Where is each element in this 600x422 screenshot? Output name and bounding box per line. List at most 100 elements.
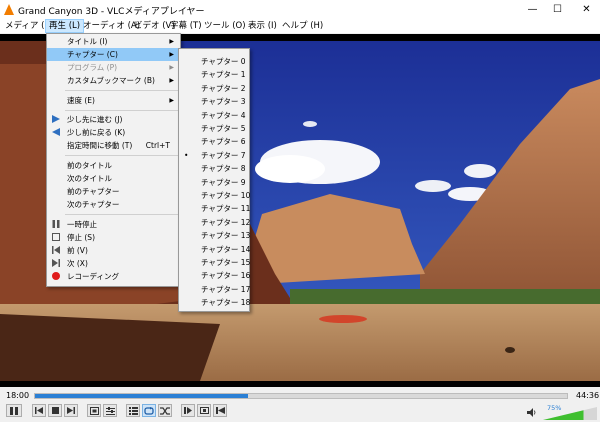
volume-slider[interactable]	[543, 407, 597, 420]
menu-item-title[interactable]: タイトル (I) ▶	[47, 35, 180, 48]
fullscreen-button[interactable]	[87, 404, 101, 417]
menu-item-label: 次のチャプター	[67, 200, 120, 209]
chapter-item[interactable]: チャプター 5	[179, 122, 249, 135]
chapter-item[interactable]: チャプター 9	[179, 176, 249, 189]
frame-by-frame-button[interactable]	[181, 404, 195, 417]
chapter-item[interactable]: チャプター 17	[179, 283, 250, 296]
title-bar: Grand Canyon 3D - VLCメディアプレイヤー — ☐ ✕	[0, 0, 600, 19]
loop-button[interactable]	[142, 404, 156, 417]
menu-item-next-title[interactable]: 次のタイトル	[47, 172, 180, 185]
stop-icon	[52, 233, 60, 241]
chapter-item-label: チャプター 4	[201, 110, 246, 120]
chapter-item-label: チャプター 3	[201, 97, 246, 107]
menu-item-stop[interactable]: 停止 (S)	[47, 231, 180, 244]
chapter-item[interactable]: チャプター 0	[179, 55, 249, 68]
menu-item-label: 前のタイトル	[67, 161, 112, 170]
extended-settings-button[interactable]	[103, 404, 117, 417]
menu-item-label: 少し先に進む (J)	[67, 115, 123, 124]
snapshot-icon	[199, 407, 209, 414]
skip-back-icon	[52, 246, 60, 254]
chapter-item[interactable]: チャプター 14	[179, 243, 251, 256]
menu-item-label: 一時停止	[67, 220, 97, 229]
menu-item-speed[interactable]: 速度 (E) ▶	[47, 94, 180, 107]
frame-step-icon	[184, 407, 192, 414]
chapter-item[interactable]: チャプター 3	[179, 95, 249, 108]
selected-bullet-icon: •	[184, 150, 189, 160]
menu-item-record[interactable]: レコーディング	[47, 270, 180, 283]
chapter-item[interactable]: チャプター 6	[179, 135, 249, 148]
sliders-icon	[105, 406, 115, 415]
chapter-item[interactable]: チャプター 12	[179, 216, 251, 229]
menu-item-jump-forward[interactable]: 少し先に進む (J)	[47, 113, 180, 126]
chapter-item[interactable]: チャプター 13	[179, 229, 251, 242]
pause-button[interactable]	[6, 404, 22, 417]
menu-tools[interactable]: ツール (O)	[201, 20, 249, 32]
jump-forward-icon	[52, 115, 60, 123]
menu-playback[interactable]: 再生 (L)	[45, 19, 85, 33]
shuffle-button[interactable]	[158, 404, 172, 417]
menu-item-label: 次 (X)	[67, 259, 88, 268]
playback-controls: 18:00 44:36 75%	[0, 387, 600, 422]
menu-item-previous[interactable]: 前 (V)	[47, 244, 180, 257]
pause-icon	[52, 220, 60, 228]
chapter-item[interactable]: チャプター 11	[179, 202, 250, 215]
menu-item-label: 停止 (S)	[67, 233, 95, 242]
chapter-item[interactable]: チャプター 10	[179, 189, 250, 202]
chapter-item-label: チャプター 18	[201, 298, 251, 308]
close-button[interactable]: ✕	[564, 0, 600, 19]
menu-item-next-chapter[interactable]: 次のチャプター	[47, 198, 180, 211]
menu-separator	[65, 155, 178, 156]
submenu-arrow-icon: ▶	[169, 77, 174, 84]
elapsed-time: 18:00	[6, 391, 30, 400]
menu-item-prev-chapter[interactable]: 前のチャプター	[47, 185, 180, 198]
shuffle-icon	[160, 406, 170, 415]
menu-item-label: 速度 (E)	[67, 96, 95, 105]
record-icon	[52, 272, 60, 280]
menu-item-label: 指定時間に移動 (T)	[67, 141, 133, 150]
chapter-item-label: チャプター 16	[201, 271, 251, 281]
menu-item-pause[interactable]: 一時停止	[47, 218, 180, 231]
menu-item-chapter[interactable]: チャプター (C) ▶	[47, 48, 180, 61]
chapter-item-label: チャプター 12	[201, 217, 251, 227]
chapter-item-label: チャプター 7	[201, 150, 246, 160]
ab-loop-button[interactable]	[213, 404, 227, 417]
chapter-item[interactable]: チャプター 8	[179, 162, 249, 175]
seek-bar[interactable]	[34, 393, 568, 399]
snapshot-button[interactable]	[197, 404, 211, 417]
chapter-item-label: チャプター 6	[201, 137, 246, 147]
menu-item-label: 前のチャプター	[67, 187, 120, 196]
next-button[interactable]	[64, 404, 78, 417]
chapter-item-label: チャプター 5	[201, 124, 246, 133]
menu-help[interactable]: ヘルプ (H)	[279, 20, 326, 32]
seek-bar-progress	[35, 394, 248, 398]
stop-button[interactable]	[48, 404, 62, 417]
skip-forward-icon	[52, 259, 60, 267]
menu-item-bookmarks[interactable]: カスタムブックマーク (B) ▶	[47, 74, 180, 87]
vlc-cone-icon	[4, 4, 14, 15]
chapter-item[interactable]: • チャプター 7	[179, 149, 249, 162]
previous-button[interactable]	[32, 404, 46, 417]
chapter-item[interactable]: チャプター 18	[179, 296, 251, 309]
chapter-item[interactable]: チャプター 16	[179, 269, 251, 282]
menu-view[interactable]: 表示 (I)	[245, 20, 280, 32]
menu-item-program: プログラム (P) ▶	[47, 61, 180, 74]
chapter-item[interactable]: チャプター 1	[179, 68, 249, 81]
chapter-item-label: チャプター 14	[201, 244, 251, 254]
menu-subtitle[interactable]: 字幕 (T)	[167, 20, 205, 32]
menu-item-label: 次のタイトル	[67, 174, 112, 183]
chapter-submenu: チャプター 0 チャプター 1 チャプター 2 チャプター 3 チャプター 4 チャプター…	[178, 48, 250, 312]
playlist-button[interactable]	[126, 404, 140, 417]
stop-icon	[51, 407, 59, 414]
menu-item-jump-back[interactable]: 少し前に戻る (K)	[47, 126, 180, 139]
menu-item-next[interactable]: 次 (X)	[47, 257, 180, 270]
chapter-item[interactable]: チャプター 15	[179, 256, 250, 269]
menu-item-jump-time[interactable]: 指定時間に移動 (T) Ctrl+T	[47, 139, 180, 152]
skip-forward-icon	[67, 407, 75, 414]
total-time: 44:36	[576, 391, 600, 400]
menu-item-prev-title[interactable]: 前のタイトル	[47, 159, 180, 172]
chapter-item[interactable]: チャプター 2	[179, 82, 249, 95]
chapter-item-label: チャプター 13	[201, 231, 251, 241]
chapter-item[interactable]: チャプター 4	[179, 109, 249, 122]
submenu-arrow-icon: ▶	[169, 51, 174, 58]
speaker-icon[interactable]	[527, 408, 536, 417]
